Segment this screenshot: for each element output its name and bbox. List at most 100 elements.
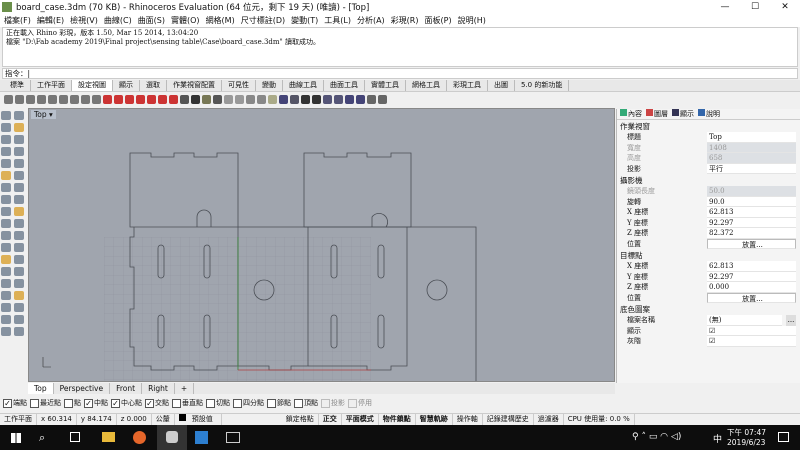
left-tool-icon[interactable] bbox=[14, 123, 24, 132]
terminal-icon[interactable] bbox=[226, 432, 240, 443]
toolbar-tool-icon[interactable] bbox=[180, 95, 189, 104]
menu-item[interactable]: 檔案(F) bbox=[4, 15, 31, 26]
toolbar-tool-icon[interactable] bbox=[213, 95, 222, 104]
left-tool-icon[interactable] bbox=[1, 159, 11, 168]
left-tool-icon[interactable] bbox=[14, 315, 24, 324]
left-tool-icon[interactable] bbox=[14, 183, 24, 192]
close-button[interactable]: ✕ bbox=[770, 0, 800, 14]
left-tool-icon[interactable] bbox=[14, 291, 24, 300]
property-value[interactable]: 92.297 bbox=[707, 217, 796, 228]
menu-item[interactable]: 網格(M) bbox=[206, 15, 235, 26]
property-value[interactable]: (無) bbox=[707, 315, 782, 326]
left-tool-icon[interactable] bbox=[14, 327, 24, 336]
toolbar-tool-icon[interactable] bbox=[356, 95, 365, 104]
toolbar-tab[interactable]: 顯示 bbox=[113, 80, 140, 91]
property-value[interactable]: 92.297 bbox=[707, 271, 796, 282]
menu-item[interactable]: 變動(T) bbox=[291, 15, 318, 26]
toolbar-tool-icon[interactable] bbox=[37, 95, 46, 104]
toolbar-tool-icon[interactable] bbox=[169, 95, 178, 104]
toolbar-tool-icon[interactable] bbox=[257, 95, 266, 104]
left-tool-icon[interactable] bbox=[1, 123, 11, 132]
panel-tab-0[interactable]: 內容 bbox=[620, 109, 642, 119]
osnap-4[interactable]: ✓ 中心點 bbox=[111, 398, 142, 408]
toolbar-tool-icon[interactable] bbox=[15, 95, 24, 104]
property-value[interactable]: ☑ bbox=[707, 325, 796, 336]
viewport-tab[interactable]: Front bbox=[110, 383, 143, 394]
osnap-checkbox[interactable] bbox=[321, 398, 330, 408]
toolbar-tool-icon[interactable] bbox=[147, 95, 156, 104]
property-value[interactable]: 0.000 bbox=[707, 282, 796, 293]
place-button[interactable]: 放置... bbox=[707, 292, 796, 303]
left-tool-icon[interactable] bbox=[14, 231, 24, 240]
property-value[interactable]: 平行 bbox=[707, 163, 796, 174]
osnap-checkbox[interactable] bbox=[172, 398, 181, 408]
toolbar-tool-icon[interactable] bbox=[378, 95, 387, 104]
osnap-checkbox[interactable] bbox=[30, 398, 39, 408]
left-tool-icon[interactable] bbox=[1, 243, 11, 252]
left-tool-icon[interactable] bbox=[14, 255, 24, 264]
osnap-0[interactable]: ✓ 端點 bbox=[3, 398, 27, 408]
left-tool-icon[interactable] bbox=[1, 111, 11, 120]
property-value[interactable]: 90.0 bbox=[707, 196, 796, 207]
left-tool-icon[interactable] bbox=[1, 219, 11, 228]
property-value[interactable]: ☑ bbox=[707, 336, 796, 347]
toolbar-tab[interactable]: 曲面工具 bbox=[324, 80, 365, 91]
panel-tab-2[interactable]: 顯示 bbox=[672, 109, 694, 119]
status-toggle[interactable]: 正交 bbox=[319, 414, 342, 425]
left-tool-icon[interactable] bbox=[14, 279, 24, 288]
status-toggle[interactable]: 物件鎖點 bbox=[379, 414, 416, 425]
property-value[interactable]: Top bbox=[707, 132, 796, 143]
notification-icon[interactable] bbox=[778, 432, 789, 442]
left-tool-icon[interactable] bbox=[1, 135, 11, 144]
toolbar-tab[interactable]: 網格工具 bbox=[406, 80, 447, 91]
toolbar-tool-icon[interactable] bbox=[323, 95, 332, 104]
osnap-checkbox[interactable]: ✓ bbox=[145, 398, 154, 408]
toolbar-tool-icon[interactable] bbox=[202, 95, 211, 104]
left-tool-icon[interactable] bbox=[1, 255, 11, 264]
osnap-checkbox[interactable] bbox=[64, 398, 73, 408]
toolbar-tool-icon[interactable] bbox=[114, 95, 123, 104]
menu-item[interactable]: 工具(L) bbox=[324, 15, 351, 26]
left-tool-icon[interactable] bbox=[1, 279, 11, 288]
left-tool-icon[interactable] bbox=[1, 267, 11, 276]
toolbar-tab[interactable]: 可見性 bbox=[222, 80, 256, 91]
toolbar-tab[interactable]: 選取 bbox=[140, 80, 167, 91]
minimize-button[interactable]: — bbox=[710, 0, 740, 14]
osnap-3[interactable]: ✓ 中點 bbox=[84, 398, 108, 408]
osnap-9[interactable]: 節點 bbox=[267, 398, 291, 408]
toolbar-tab[interactable]: 工作平面 bbox=[31, 80, 72, 91]
toolbar-tool-icon[interactable] bbox=[246, 95, 255, 104]
left-tool-icon[interactable] bbox=[14, 219, 24, 228]
viewport-title[interactable]: Top ▾ bbox=[31, 110, 56, 119]
toolbar-tool-icon[interactable] bbox=[312, 95, 321, 104]
viewport-tab[interactable]: Right bbox=[142, 383, 175, 394]
toolbar-tab[interactable]: 作業視窗配置 bbox=[167, 80, 222, 91]
firefox-icon[interactable] bbox=[133, 431, 146, 444]
left-tool-icon[interactable] bbox=[1, 147, 11, 156]
property-value[interactable]: 62.813 bbox=[707, 207, 796, 218]
toolbar-tab[interactable]: 出圖 bbox=[488, 80, 515, 91]
status-toggle[interactable]: 過濾器 bbox=[534, 414, 564, 425]
left-tool-icon[interactable] bbox=[1, 315, 11, 324]
toolbar-tool-icon[interactable] bbox=[103, 95, 112, 104]
osnap-2[interactable]: 點 bbox=[64, 398, 81, 408]
maximize-button[interactable]: ☐ bbox=[740, 0, 770, 14]
toolbar-tool-icon[interactable] bbox=[70, 95, 79, 104]
menu-item[interactable]: 說明(H) bbox=[458, 15, 486, 26]
menu-item[interactable]: 面板(P) bbox=[425, 15, 452, 26]
toolbar-tool-icon[interactable] bbox=[235, 95, 244, 104]
search-icon[interactable]: ⌕ bbox=[39, 431, 45, 445]
left-tool-icon[interactable] bbox=[14, 147, 24, 156]
osnap-6[interactable]: 垂直點 bbox=[172, 398, 203, 408]
property-value[interactable]: 82.372 bbox=[707, 228, 796, 239]
file-explorer-icon[interactable] bbox=[102, 432, 115, 442]
left-tool-icon[interactable] bbox=[1, 195, 11, 204]
status-toggle[interactable]: 平面模式 bbox=[342, 414, 379, 425]
osnap-12[interactable]: 停用 bbox=[348, 398, 372, 408]
viewport-tab[interactable]: + bbox=[175, 383, 195, 394]
menu-item[interactable]: 分析(A) bbox=[357, 15, 385, 26]
clock-time[interactable]: 下午 07:47 bbox=[727, 427, 766, 438]
menu-item[interactable]: 彩現(R) bbox=[391, 15, 419, 26]
osnap-checkbox[interactable] bbox=[294, 398, 303, 408]
toolbar-tab[interactable]: 設定視圖 bbox=[72, 80, 113, 91]
